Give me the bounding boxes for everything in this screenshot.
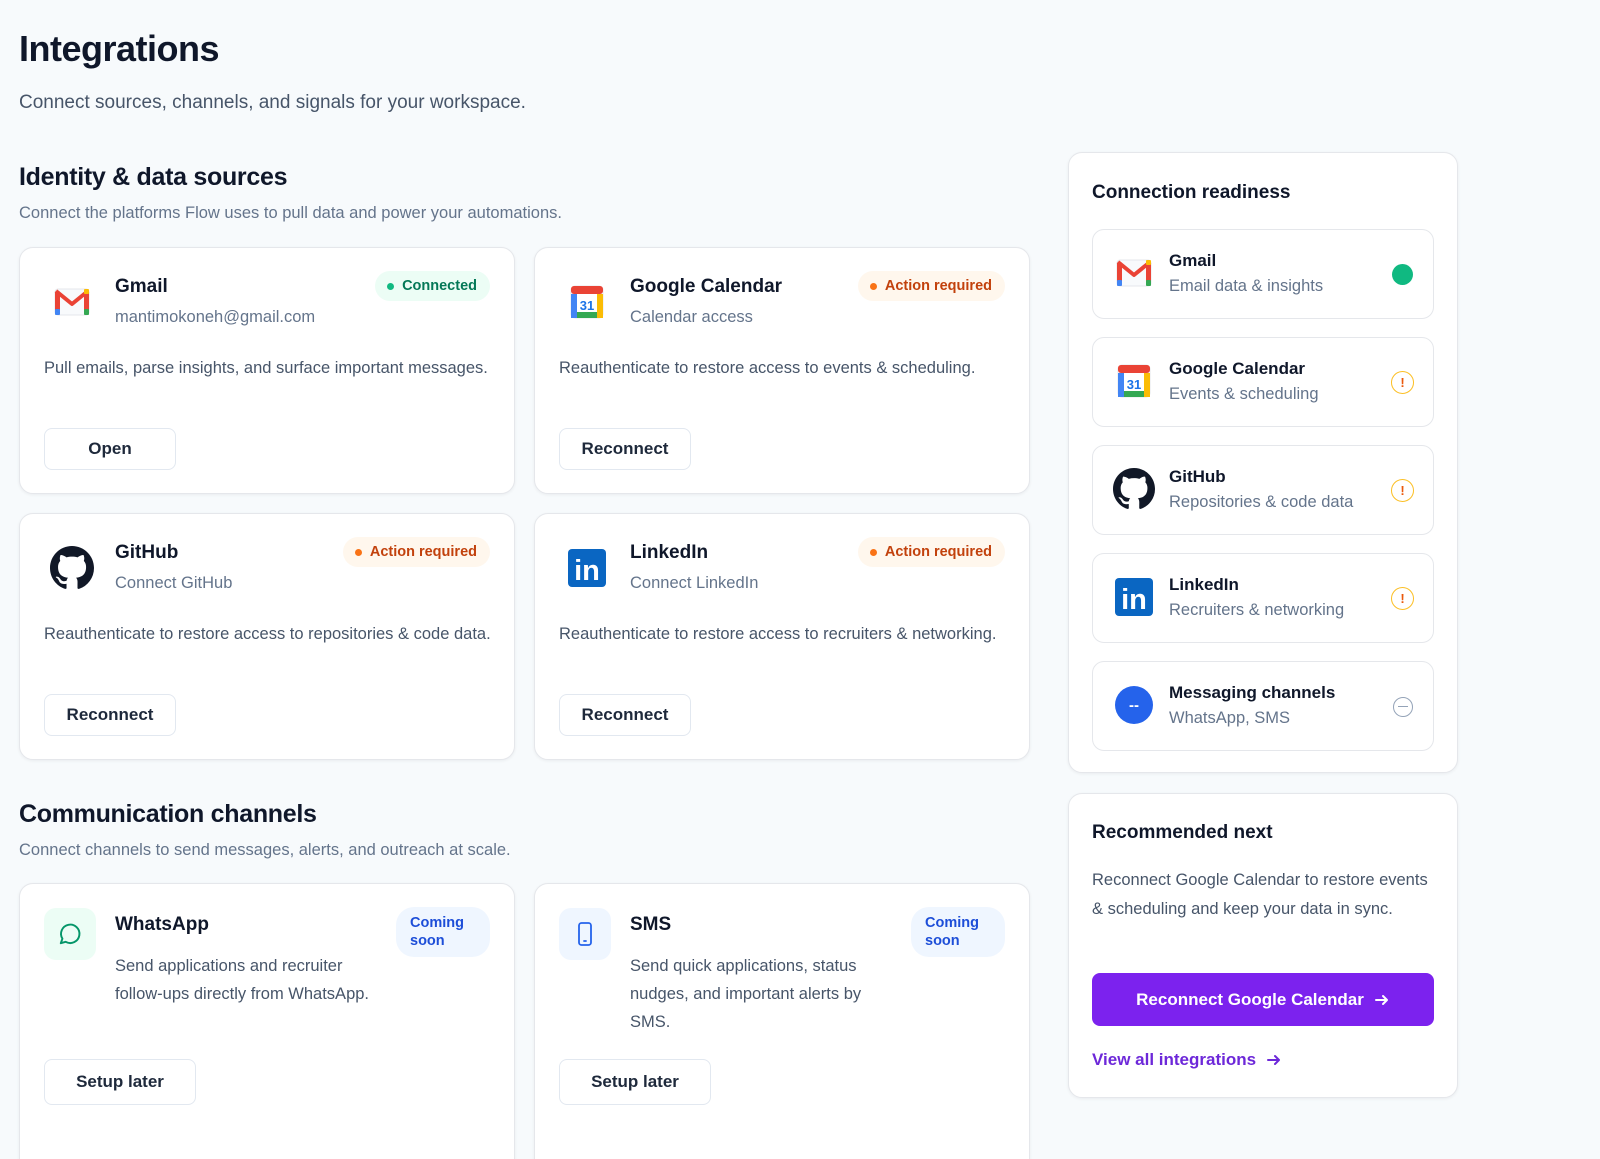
card-account: mantimokoneh@gmail.com — [115, 308, 316, 326]
readiness-item-title: Gmail — [1169, 251, 1217, 270]
readiness-item-google-calendar[interactable]: 31 Google Calendar Events & scheduling ! — [1092, 337, 1434, 427]
messaging-icon: -- — [1111, 682, 1157, 728]
reconnect-button[interactable]: Reconnect — [559, 694, 691, 736]
github-icon — [1111, 466, 1157, 512]
calendar-day: 31 — [1127, 377, 1141, 392]
card-detail: Calendar access — [630, 308, 753, 326]
status-dot — [869, 282, 877, 290]
readiness-item-github[interactable]: GitHub Repositories & code data ! — [1092, 445, 1434, 535]
status-badge: Coming soon — [396, 907, 490, 957]
link-label: View all integrations — [1092, 1050, 1257, 1069]
warning-status-icon: ! — [1391, 371, 1414, 394]
gmail-icon — [1111, 250, 1157, 296]
card-title: WhatsApp — [115, 914, 209, 935]
github-card: GitHub Connect GitHub Action required Re… — [19, 513, 515, 760]
recommendation-text: Reconnect Google Calendar to restore eve… — [1092, 871, 1428, 918]
readiness-item-title: Google Calendar — [1169, 359, 1306, 378]
linkedin-icon: in — [1111, 574, 1157, 620]
gmail-card: Gmail mantimokoneh@gmail.com Connected P… — [19, 247, 515, 494]
whatsapp-chat-icon — [44, 908, 96, 960]
status-label: Connected — [402, 278, 477, 294]
readiness-item-messaging[interactable]: -- Messaging channels WhatsApp, SMS — [1092, 661, 1434, 751]
page-title: Integrations — [19, 28, 220, 69]
connection-readiness-panel: Connection readiness Gmail Email data & … — [1068, 152, 1458, 773]
readiness-item-detail: Events & scheduling — [1169, 385, 1319, 403]
gmail-icon — [46, 276, 98, 328]
readiness-item-detail: Repositories & code data — [1169, 493, 1354, 511]
status-dot — [387, 282, 395, 290]
sms-phone-icon — [559, 908, 611, 960]
status-label: Action required — [369, 544, 477, 560]
readiness-item-title: Messaging channels — [1169, 683, 1336, 702]
warning-status-icon: ! — [1391, 479, 1414, 502]
card-description: Reauthenticate to restore access to recr… — [559, 625, 997, 643]
open-button[interactable]: Open — [44, 428, 176, 470]
view-all-integrations-link[interactable]: View all integrations — [1092, 1050, 1282, 1070]
status-label: Action required — [884, 278, 992, 294]
setup-later-button[interactable]: Setup later — [44, 1059, 196, 1105]
github-icon — [46, 542, 98, 594]
page-subtitle: Connect sources, channels, and signals f… — [19, 92, 526, 113]
readiness-item-detail: Email data & insights — [1169, 277, 1324, 295]
google-calendar-card: 31 Google Calendar Calendar access Actio… — [534, 247, 1030, 494]
reconnect-button[interactable]: Reconnect — [559, 428, 691, 470]
status-dot — [354, 548, 362, 556]
card-description: Reauthenticate to restore access to repo… — [44, 625, 491, 643]
linkedin-card: in LinkedIn Connect LinkedIn Action requ… — [534, 513, 1030, 760]
google-calendar-icon: 31 — [561, 276, 613, 328]
card-detail: Connect LinkedIn — [630, 574, 759, 592]
sms-card: SMS Coming soon Send quick applications,… — [534, 883, 1030, 1159]
status-dot — [869, 548, 877, 556]
linkedin-icon: in — [561, 542, 613, 594]
warning-status-icon: ! — [1391, 587, 1414, 610]
readiness-item-gmail[interactable]: Gmail Email data & insights — [1092, 229, 1434, 319]
status-badge: Action required — [857, 537, 1005, 567]
arrow-right-icon — [1267, 1055, 1281, 1065]
card-description: Send applications and recruiter follow-u… — [115, 957, 370, 1003]
card-description: Reauthenticate to restore access to even… — [559, 359, 976, 377]
connected-status-icon — [1391, 263, 1414, 286]
readiness-item-linkedin[interactable]: in LinkedIn Recruiters & networking ! — [1092, 553, 1434, 643]
whatsapp-card: WhatsApp Coming soon Send applications a… — [19, 883, 515, 1159]
readiness-item-detail: WhatsApp, SMS — [1169, 709, 1291, 727]
card-detail: Connect GitHub — [115, 574, 233, 592]
button-label: Reconnect Google Calendar — [1136, 989, 1364, 1009]
readiness-item-title: LinkedIn — [1169, 575, 1239, 594]
card-title: GitHub — [115, 542, 179, 563]
unavailable-status-icon — [1391, 695, 1414, 718]
card-title: Google Calendar — [630, 276, 783, 297]
status-badge: Action required — [342, 537, 490, 567]
reconnect-button[interactable]: Reconnect — [44, 694, 176, 736]
card-description: Pull emails, parse insights, and surface… — [44, 359, 488, 377]
identity-section-title: Identity & data sources — [19, 163, 288, 191]
arrow-right-icon — [1374, 994, 1388, 1005]
messaging-logo-text: -- — [1129, 697, 1139, 714]
setup-later-button[interactable]: Setup later — [559, 1059, 711, 1105]
linkedin-logo-text: in — [574, 555, 600, 587]
communication-section-subtitle: Connect channels to send messages, alert… — [19, 841, 511, 859]
calendar-day: 31 — [580, 298, 594, 313]
status-badge: Coming soon — [911, 907, 1005, 957]
recommended-next-panel: Recommended next Reconnect Google Calend… — [1068, 793, 1458, 1098]
card-description: Send quick applications, status nudges, … — [630, 957, 862, 1031]
status-label: Action required — [884, 544, 992, 560]
readiness-item-title: GitHub — [1169, 467, 1226, 486]
reconnect-google-calendar-button[interactable]: Reconnect Google Calendar — [1092, 973, 1434, 1026]
status-badge: Connected — [375, 271, 490, 301]
identity-section-subtitle: Connect the platforms Flow uses to pull … — [19, 204, 562, 222]
communication-section-title: Communication channels — [19, 800, 317, 828]
status-badge: Action required — [857, 271, 1005, 301]
google-calendar-icon: 31 — [1111, 358, 1157, 404]
card-title: LinkedIn — [630, 542, 709, 563]
panel-title: Recommended next — [1092, 822, 1273, 843]
card-title: Gmail — [115, 276, 168, 297]
card-title: SMS — [630, 914, 672, 935]
panel-title: Connection readiness — [1092, 182, 1291, 203]
linkedin-logo-text: in — [1121, 584, 1147, 616]
readiness-item-detail: Recruiters & networking — [1169, 601, 1345, 619]
